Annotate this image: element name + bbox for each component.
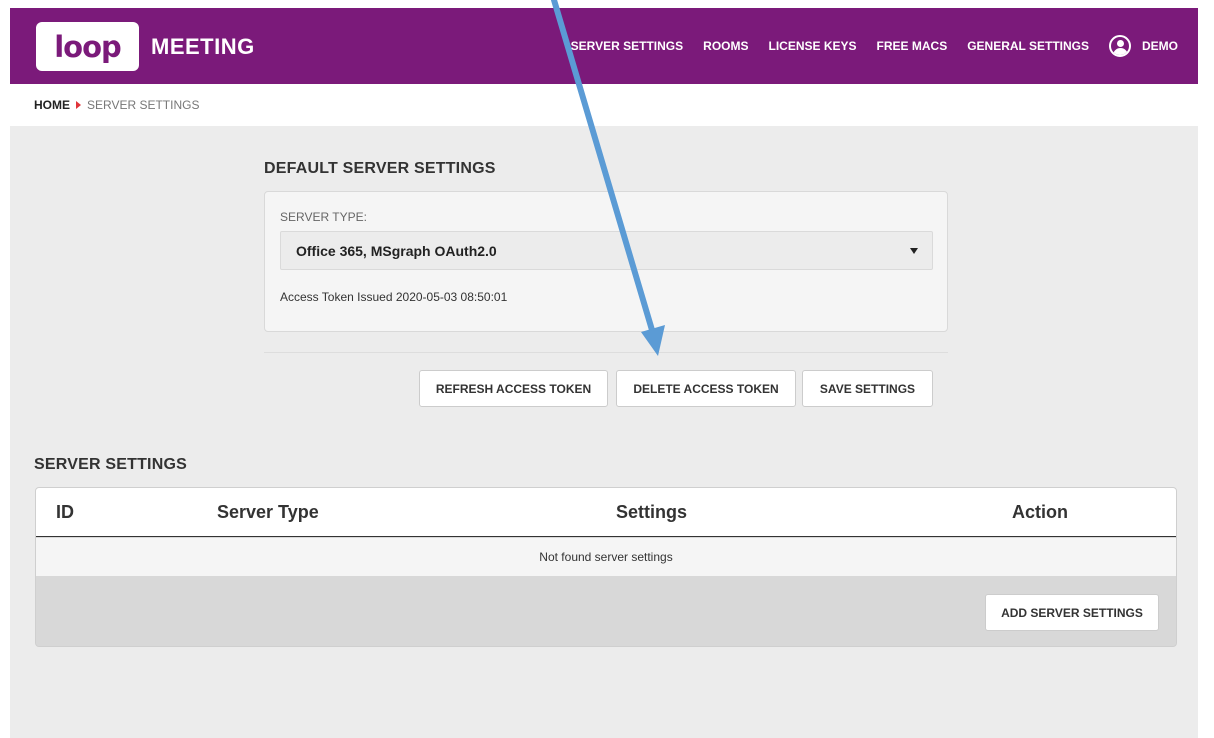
breadcrumb-current: SERVER SETTINGS <box>87 98 200 112</box>
top-navigation-bar: loop MEETING SERVER SETTINGS ROOMS LICEN… <box>10 8 1198 84</box>
app-logo[interactable]: loop MEETING <box>36 22 255 71</box>
nav-general-settings[interactable]: GENERAL SETTINGS <box>967 39 1089 53</box>
column-header-id: ID <box>56 502 74 522</box>
nav-free-macs[interactable]: FREE MACS <box>877 39 948 53</box>
nav-license-keys[interactable]: LICENSE KEYS <box>769 39 857 53</box>
delete-access-token-button[interactable]: DELETE ACCESS TOKEN <box>616 370 796 407</box>
chevron-right-icon <box>76 101 81 109</box>
empty-table-message: Not found server settings <box>36 538 1176 576</box>
server-type-value: Office 365, MSgraph OAuth2.0 <box>296 242 497 259</box>
access-token-info: Access Token Issued 2020-05-03 08:50:01 <box>280 290 508 304</box>
server-settings-table: ID Server Type Settings Action Not found… <box>35 487 1177 647</box>
page-background: loop MEETING SERVER SETTINGS ROOMS LICEN… <box>10 8 1198 738</box>
server-settings-title: SERVER SETTINGS <box>34 456 187 473</box>
column-header-settings: Settings <box>616 502 688 522</box>
user-menu[interactable]: DEMO <box>1109 35 1178 57</box>
user-name: DEMO <box>1142 39 1178 53</box>
column-header-server-type: Server Type <box>217 502 319 522</box>
default-settings-card: SERVER TYPE: Office 365, MSgraph OAuth2.… <box>264 191 948 332</box>
server-type-label: SERVER TYPE: <box>280 210 367 224</box>
add-server-settings-button[interactable]: ADD SERVER SETTINGS <box>985 594 1159 631</box>
breadcrumb-home[interactable]: HOME <box>34 98 70 112</box>
table-header: ID Server Type Settings Action <box>36 488 1176 537</box>
nav-server-settings[interactable]: SERVER SETTINGS <box>571 39 683 53</box>
column-header-action: Action <box>1012 502 1068 522</box>
logo-text: MEETING <box>151 33 255 59</box>
section-divider <box>264 352 948 353</box>
breadcrumb: HOME SERVER SETTINGS <box>10 84 1198 126</box>
main-nav: SERVER SETTINGS ROOMS LICENSE KEYS FREE … <box>551 8 1178 84</box>
user-avatar-icon <box>1109 35 1131 57</box>
save-settings-button[interactable]: SAVE SETTINGS <box>802 370 933 407</box>
default-settings-title: DEFAULT SERVER SETTINGS <box>264 160 496 177</box>
table-footer: ADD SERVER SETTINGS <box>36 576 1176 646</box>
logo-mark: loop <box>36 22 139 71</box>
refresh-access-token-button[interactable]: REFRESH ACCESS TOKEN <box>419 370 608 407</box>
dropdown-caret-icon <box>910 248 918 254</box>
server-type-select[interactable]: Office 365, MSgraph OAuth2.0 <box>280 231 933 270</box>
nav-rooms[interactable]: ROOMS <box>703 39 748 53</box>
